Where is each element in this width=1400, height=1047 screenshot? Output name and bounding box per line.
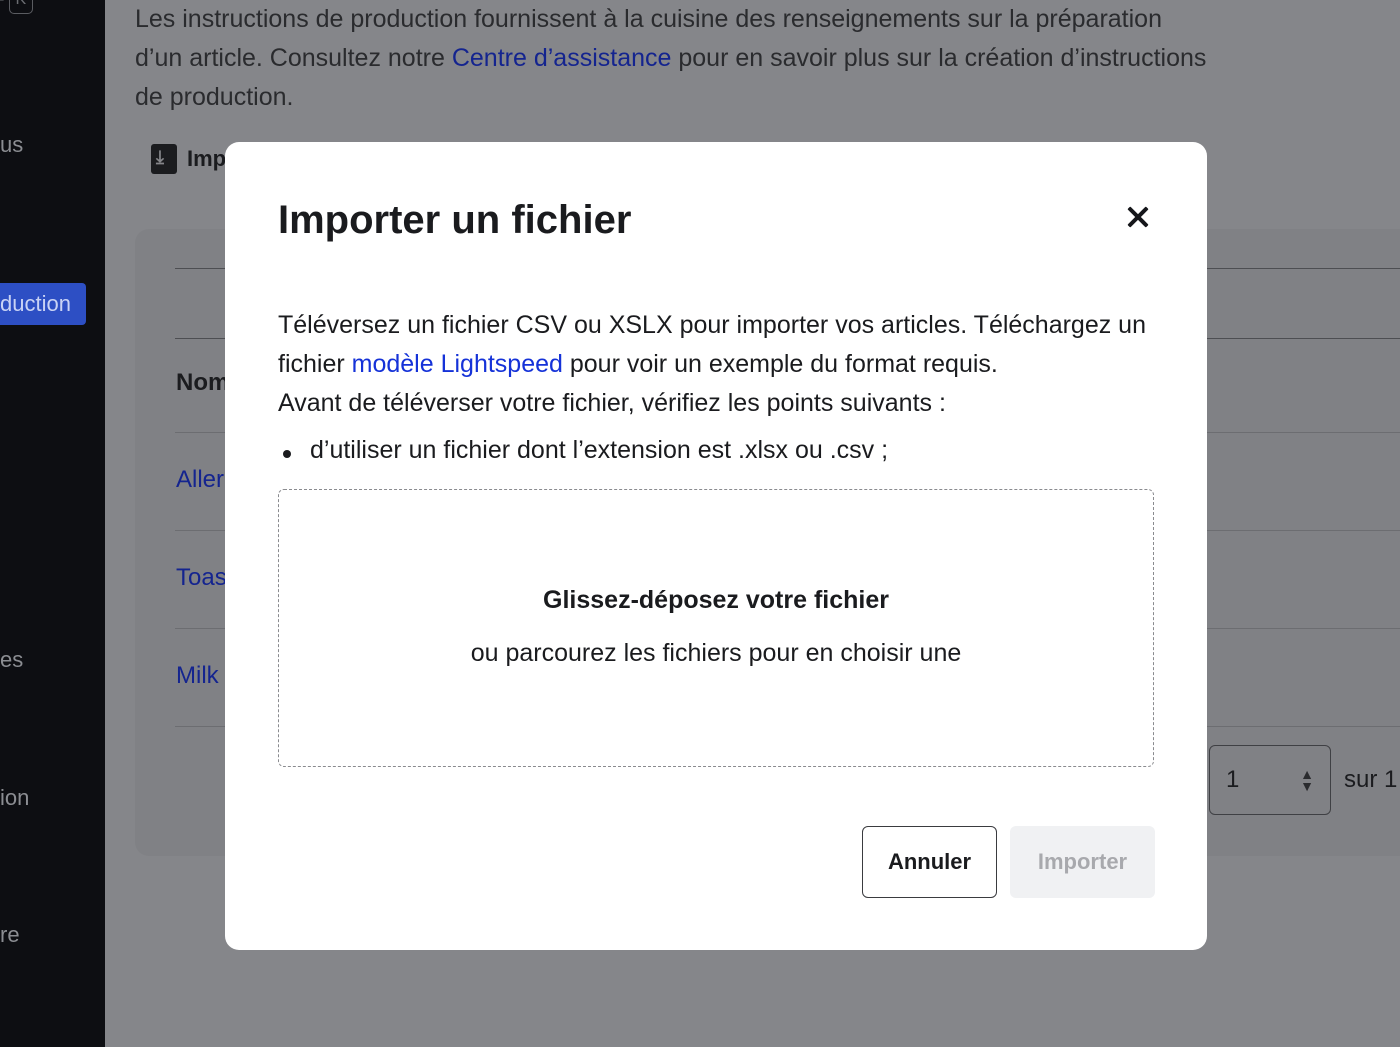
shortcut-hint: + K bbox=[0, 0, 34, 14]
page-intro: Les instructions de production fournisse… bbox=[135, 0, 1215, 117]
page-number-input[interactable]: 1 ▲ ▼ bbox=[1209, 745, 1331, 815]
list-item: d’utiliser un fichier dont l’extension e… bbox=[278, 436, 888, 465]
template-link[interactable]: modèle Lightspeed bbox=[352, 350, 563, 378]
table-row-link[interactable]: Aller bbox=[176, 466, 224, 494]
stepper-icon[interactable]: ▲ ▼ bbox=[1300, 767, 1314, 793]
page-total: sur 1 bbox=[1344, 766, 1398, 793]
table-row-link[interactable]: Toas bbox=[176, 564, 227, 592]
import-submit-button[interactable]: Importer bbox=[1010, 826, 1155, 898]
import-button[interactable]: Imp bbox=[151, 144, 226, 174]
sidebar-item-3[interactable]: es bbox=[0, 647, 23, 673]
sidebar: + K us duction es ion re bbox=[0, 0, 105, 1047]
desc-text-3: Avant de téléverser votre fichier, vérif… bbox=[278, 389, 946, 417]
page-number-value: 1 bbox=[1226, 766, 1240, 793]
sidebar-item-production[interactable]: duction bbox=[0, 283, 86, 325]
sidebar-item-1[interactable]: us bbox=[0, 132, 23, 158]
column-header-name[interactable]: Nom bbox=[176, 369, 229, 397]
import-button-label: Imp bbox=[187, 146, 227, 171]
desc-text-2: pour voir un exemple du format requis. bbox=[562, 350, 998, 378]
help-center-link[interactable]: Centre d’assistance bbox=[452, 44, 672, 72]
import-file-dialog: Importer un fichier Téléversez un fichie… bbox=[225, 142, 1207, 950]
dialog-title: Importer un fichier bbox=[278, 198, 632, 242]
browse-files-text[interactable]: ou parcourez les fichiers pour en choisi… bbox=[279, 639, 1153, 668]
download-file-icon bbox=[151, 144, 177, 174]
table-row-link[interactable]: Milk bbox=[176, 662, 219, 690]
dropzone-title: Glissez-déposez votre fichier bbox=[543, 586, 889, 614]
sidebar-item-4[interactable]: ion bbox=[0, 785, 29, 811]
dialog-description: Téléversez un fichier CSV ou XSLX pour i… bbox=[278, 306, 1158, 423]
file-dropzone[interactable]: Glissez-déposez votre fichier ou parcour… bbox=[278, 489, 1154, 767]
requirements-list: d’utiliser un fichier dont l’extension e… bbox=[278, 436, 888, 465]
sidebar-item-5[interactable]: re bbox=[0, 922, 20, 948]
shortcut-plus: + bbox=[0, 0, 5, 11]
cancel-button[interactable]: Annuler bbox=[862, 826, 997, 898]
shortcut-key-k: K bbox=[8, 0, 34, 14]
close-icon[interactable] bbox=[1122, 202, 1154, 234]
